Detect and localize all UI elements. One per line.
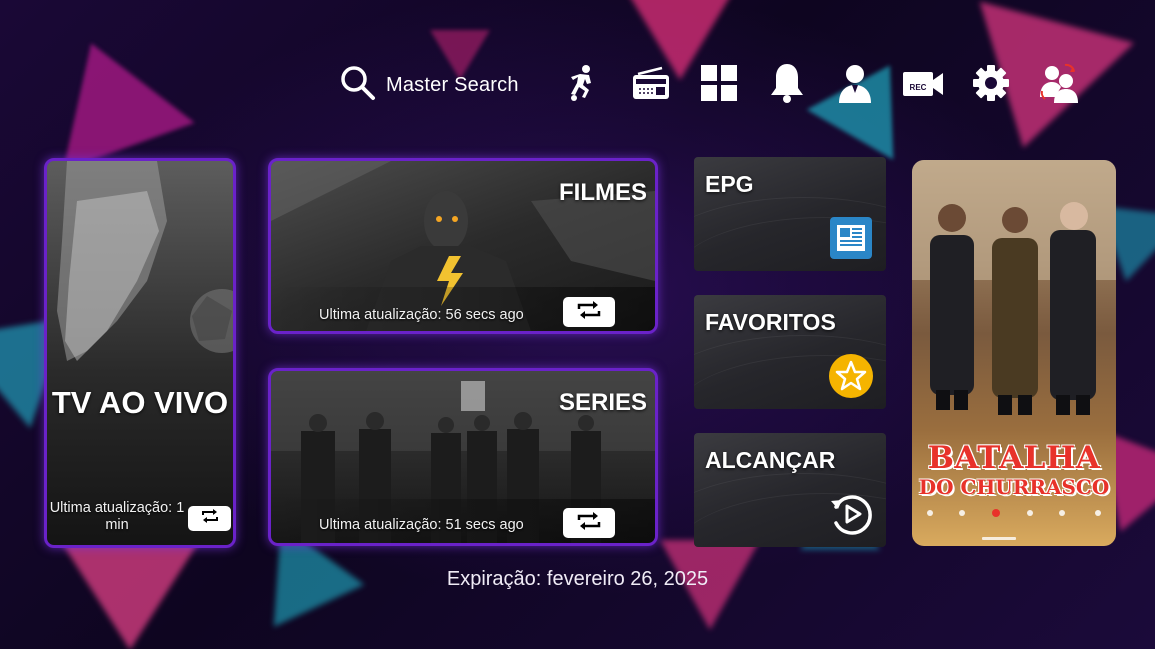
refresh-icon <box>576 511 602 536</box>
newspaper-icon <box>828 215 874 261</box>
master-search-button[interactable]: Master Search <box>340 65 519 106</box>
rec-label: REC <box>909 83 926 92</box>
poster-title-line1: BATALHA <box>927 440 1101 476</box>
refresh-icon <box>200 508 220 529</box>
profile-button[interactable] <box>835 63 875 108</box>
sports-player-icon <box>566 64 600 107</box>
series-refresh-button[interactable] <box>563 508 615 538</box>
films-title: FILMES <box>559 179 647 206</box>
series-card[interactable]: SERIES Ultima atualização: 51 secs ago <box>268 368 658 546</box>
replay-icon <box>828 491 874 537</box>
bell-icon <box>768 62 806 109</box>
epg-card[interactable]: EPG <box>694 157 886 271</box>
series-update-text: Ultima atualização: 51 secs ago <box>319 517 524 533</box>
search-label: Master Search <box>386 73 519 96</box>
live-refresh-button[interactable] <box>188 506 231 531</box>
poster-title-line2: DO CHURRASCO <box>918 475 1110 499</box>
expiry-date: Expiração: fevereiro 26, 2025 <box>446 568 709 590</box>
series-title: SERIES <box>558 389 647 416</box>
switch-user-button[interactable] <box>1039 63 1079 108</box>
radio-icon <box>632 66 670 105</box>
rec-camera-icon: REC <box>902 68 944 103</box>
grid-apps-icon <box>700 64 738 107</box>
catchup-title: ALCANÇAR <box>705 447 836 473</box>
live-tv-title: TV AO VIVO <box>51 385 229 420</box>
apps-grid-button[interactable] <box>699 64 739 107</box>
live-update-text: Ultima atualização: 1 min <box>49 500 185 533</box>
favorites-title: FAVORITOS <box>705 309 836 335</box>
refresh-icon <box>576 300 602 325</box>
live-tv-card[interactable]: TV AO VIVO Ultima atualização: 1 min <box>44 158 236 548</box>
search-icon <box>340 65 376 106</box>
favorites-card[interactable]: FAVORITOS <box>694 295 886 409</box>
switch-user-icon <box>1039 63 1079 108</box>
radio-button[interactable] <box>631 65 671 105</box>
gear-icon <box>972 64 1010 107</box>
settings-button[interactable] <box>971 64 1011 107</box>
star-icon <box>828 353 874 399</box>
epg-title: EPG <box>705 171 754 197</box>
films-card[interactable]: FILMES Ultima atualização: 56 secs ago <box>268 158 658 334</box>
sports-button[interactable] <box>563 64 603 107</box>
notifications-button[interactable] <box>767 63 807 105</box>
top-bar: Master Search REC <box>340 62 1079 108</box>
films-update-text: Ultima atualização: 56 secs ago <box>319 307 524 323</box>
films-refresh-button[interactable] <box>563 297 615 327</box>
featured-poster-card[interactable]: BATALHA DO CHURRASCO <box>912 160 1116 546</box>
catchup-card[interactable]: ALCANÇAR <box>694 433 886 547</box>
recordings-button[interactable]: REC <box>902 65 944 105</box>
soccer-boot-illustration <box>57 161 233 361</box>
user-icon <box>837 63 873 108</box>
